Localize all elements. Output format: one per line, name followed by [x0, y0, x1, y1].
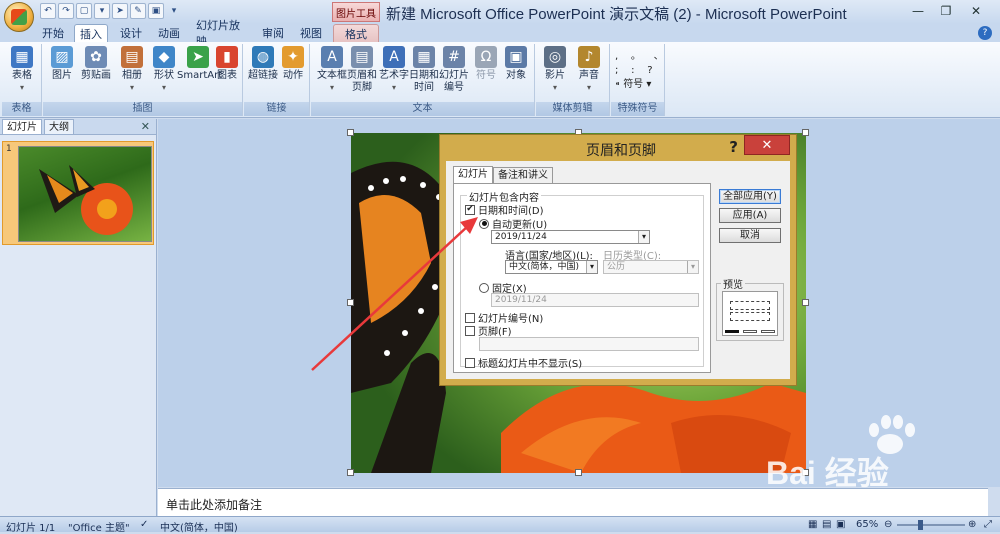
zoom-slider-thumb[interactable] — [918, 520, 923, 530]
notes-pane[interactable]: 单击此处添加备注 — [158, 488, 988, 516]
notes-placeholder: 单击此处添加备注 — [166, 498, 263, 512]
slideshow-view-icon[interactable]: ▣ — [836, 519, 845, 530]
normal-view-icon[interactable]: ▦ — [808, 519, 817, 530]
sorter-view-icon[interactable]: ▤ — [822, 519, 831, 530]
annotation-arrow — [311, 217, 478, 371]
office-button[interactable] — [4, 2, 34, 32]
zoom-slider[interactable] — [897, 520, 965, 530]
fit-window-icon[interactable]: ⤢ — [984, 519, 992, 530]
zoom-in-icon[interactable]: ⊕ — [968, 519, 976, 530]
status-bar: 幻灯片 1/1 "Office 主题" ✓ 中文(简体，中国) ▦ ▤ ▣ 65… — [0, 516, 1000, 534]
zoom-level[interactable]: 65% — [856, 519, 878, 530]
zoom-out-icon[interactable]: ⊖ — [884, 519, 892, 530]
spellcheck-icon[interactable]: ✓ — [140, 519, 148, 530]
office-logo-icon — [11, 9, 27, 25]
